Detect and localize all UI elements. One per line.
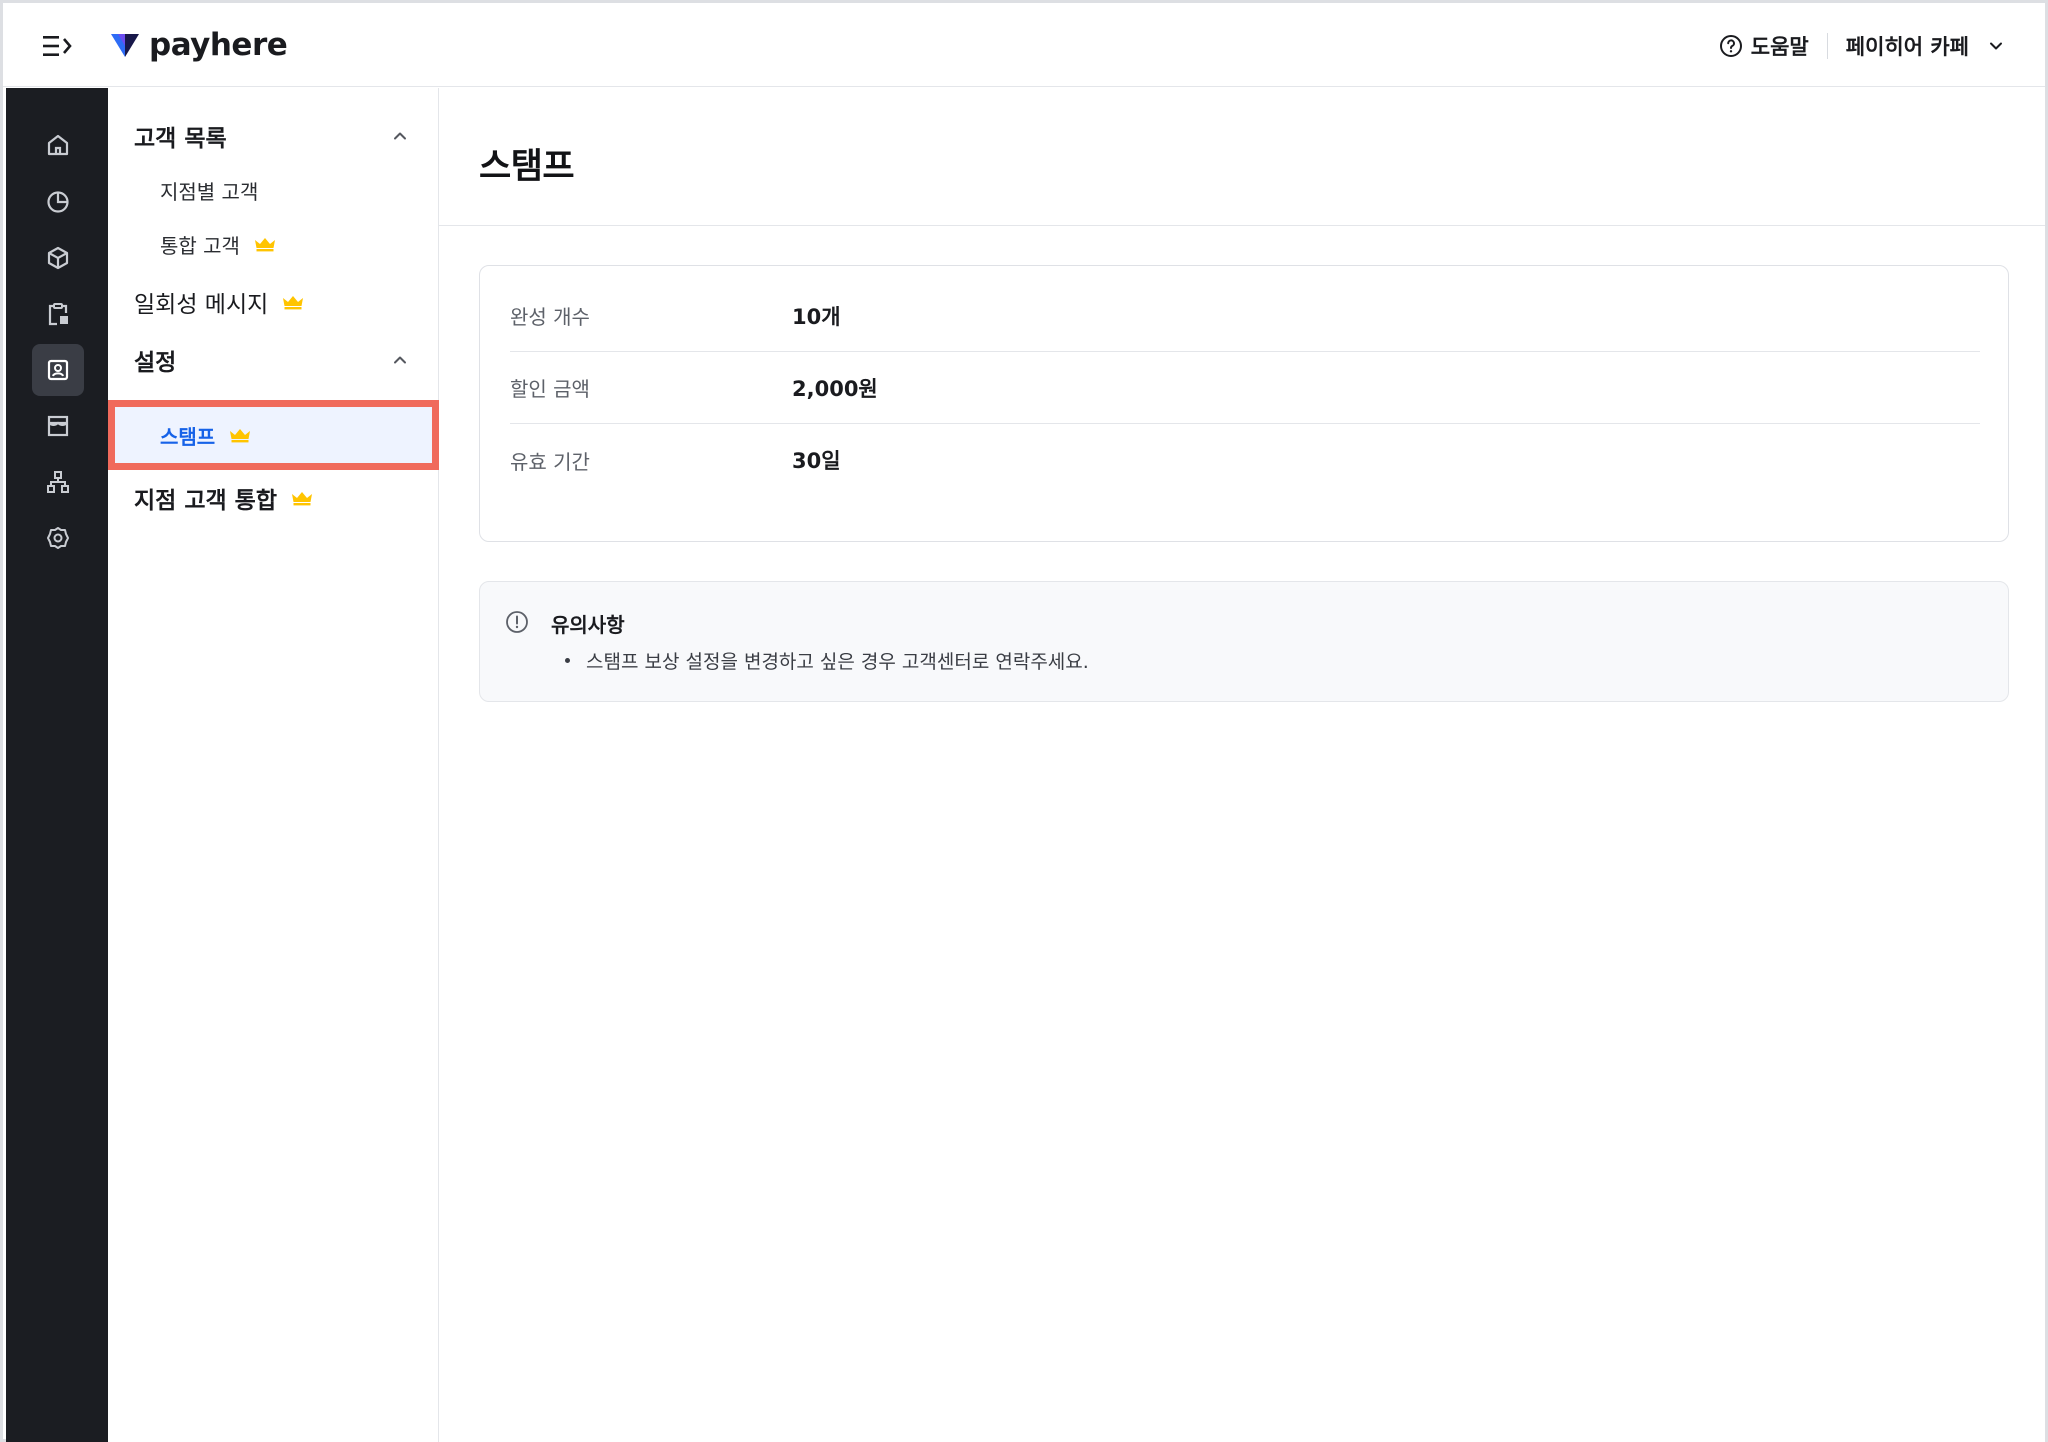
section-settings-label: 설정 [134, 350, 177, 376]
menu-toggle-icon[interactable] [39, 31, 75, 61]
chevron-down-icon [1990, 42, 2002, 50]
crown-icon [254, 238, 275, 252]
help-label: 도움말 [1750, 35, 1809, 59]
exclamation-circle-icon [506, 611, 528, 633]
rail-products[interactable] [32, 232, 84, 284]
icon-rail [6, 88, 108, 1442]
chevron-up-icon [394, 356, 406, 364]
subnav-item-label: 스탬프 [160, 424, 216, 449]
pie-chart-icon [47, 191, 69, 213]
detail-label: 유효 기간 [510, 449, 590, 474]
section-settings[interactable]: 설정 [108, 336, 439, 384]
detail-label: 할인 금액 [510, 377, 590, 401]
store-name: 페이히어 카페 [1845, 35, 1969, 59]
notice-title: 유의사항 [551, 613, 625, 637]
bullet [565, 658, 570, 663]
main-content: 스탬프 완성 개수 10개 할인 금액 2,000원 유효 기간 30일 유의사… [439, 88, 2045, 1442]
subnav-item-label: 지점별 고객 [160, 179, 259, 204]
crown-icon [283, 296, 304, 310]
rail-home[interactable] [32, 119, 84, 171]
section-one-time-message-label: 일회성 메시지 [134, 292, 269, 318]
section-customer-list[interactable]: 고객 목록 [108, 112, 439, 160]
gear-icon [47, 527, 69, 549]
notice-item-text: 스탬프 보상 설정을 변경하고 싶은 경우 고객센터로 연락주세요. [586, 651, 1089, 673]
section-branch-customer-merge[interactable]: 지점 고객 통합 [108, 474, 439, 522]
crown-icon [291, 492, 312, 506]
chevron-up-icon [394, 132, 406, 140]
header-divider [1826, 33, 1828, 59]
payhere-logo-mark-icon [111, 34, 139, 57]
detail-value: 30일 [792, 449, 841, 473]
crown-icon [230, 429, 251, 443]
top-header: payhere 도움말 페이히어 카페 [3, 3, 2045, 87]
help-button[interactable]: 도움말 [1719, 31, 1809, 61]
rail-settings[interactable] [32, 512, 84, 564]
subnav-item-label: 통합 고객 [160, 233, 240, 258]
detail-label: 완성 개수 [510, 305, 590, 329]
customer-subnav: 고객 목록 지점별 고객 통합 고객 일회성 메시지 설정 스탬프 지점 고객 … [108, 88, 439, 1442]
section-one-time-message[interactable]: 일회성 메시지 [108, 278, 439, 326]
page-title: 스탬프 [479, 147, 575, 187]
title-divider [439, 225, 2045, 226]
store-icon [47, 415, 69, 437]
brand-name: payhere [149, 27, 288, 63]
subnav-item-integrated-customers[interactable]: 통합 고객 [108, 222, 439, 266]
detail-row: 완성 개수 10개 [510, 280, 1980, 352]
detail-row: 할인 금액 2,000원 [510, 352, 1980, 424]
rail-customers[interactable] [32, 344, 84, 396]
subnav-item-stamp[interactable]: 스탬프 [108, 400, 439, 470]
customer-card-icon [47, 359, 69, 381]
notice-item: 스탬프 보상 설정을 변경하고 싶은 경우 고객센터로 연락주세요. [565, 647, 1089, 674]
app-frame: payhere 도움말 페이히어 카페 고객 목록 지점별 고객 통합 고객 일… [0, 0, 2048, 1442]
cube-icon [47, 246, 69, 270]
rail-analytics[interactable] [32, 176, 84, 228]
store-selector[interactable]: 페이히어 카페 [1846, 31, 2005, 61]
rail-branches[interactable] [32, 456, 84, 508]
section-customer-list-label: 고객 목록 [134, 126, 227, 152]
clipboard-icon [48, 303, 68, 326]
home-icon [47, 134, 69, 156]
rail-orders[interactable] [32, 288, 84, 340]
section-branch-customer-merge-label: 지점 고객 통합 [134, 488, 277, 514]
notice-box: 유의사항 스탬프 보상 설정을 변경하고 싶은 경우 고객센터로 연락주세요. [479, 581, 2009, 702]
org-chart-icon [47, 471, 69, 493]
rail-store[interactable] [32, 400, 84, 452]
detail-value: 10개 [792, 304, 841, 329]
header-actions: 도움말 페이히어 카페 [1719, 25, 2005, 67]
detail-row: 유효 기간 30일 [510, 424, 1980, 496]
detail-value: 2,000원 [792, 376, 878, 401]
question-circle-icon [1719, 35, 1742, 57]
subnav-item-branch-customers[interactable]: 지점별 고객 [108, 168, 439, 212]
stamp-details-card: 완성 개수 10개 할인 금액 2,000원 유효 기간 30일 [479, 265, 2009, 542]
payhere-logo[interactable]: payhere [109, 25, 288, 65]
